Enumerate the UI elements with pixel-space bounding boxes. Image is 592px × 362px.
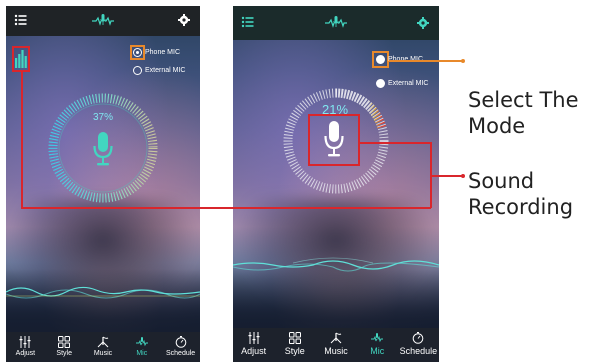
nav-label: Mic (370, 346, 385, 356)
nav-schedule[interactable]: Schedule (161, 332, 200, 362)
nav-schedule[interactable]: Schedule (398, 328, 439, 362)
callout-dot-orange (461, 59, 465, 63)
top-bar (6, 6, 200, 36)
nav-style[interactable]: Style (274, 328, 315, 362)
callout-line-red (21, 72, 23, 208)
microphone-icon[interactable] (93, 132, 113, 166)
callout-sound-recording: Sound Recording (468, 168, 573, 220)
callout-line-red (431, 175, 463, 177)
mic-wave-logo-icon (325, 16, 347, 28)
external-mic-radio[interactable] (376, 79, 385, 88)
nav-adjust[interactable]: Adjust (233, 328, 274, 362)
top-bar (233, 6, 439, 40)
callout-dot-red (461, 174, 465, 178)
nav-label: Schedule (399, 346, 438, 356)
nav-label: Adjust (15, 350, 36, 357)
grid-icon (288, 332, 301, 344)
clock-icon (175, 336, 186, 348)
note-icon (97, 336, 109, 348)
phone-mic-radio[interactable] (376, 55, 385, 64)
nav-label: Style (284, 346, 305, 356)
callout-line-red (360, 142, 431, 144)
phone-mic-radio[interactable] (133, 48, 142, 57)
callout-line-2: Recording (468, 195, 574, 219)
callout-line-red (21, 207, 431, 209)
microphone-icon[interactable] (324, 121, 344, 157)
nav-music[interactable]: Music (84, 332, 123, 362)
callout-line-2: Mode (468, 114, 526, 138)
callout-select-mode: Select The Mode (468, 87, 579, 139)
sound-wave (233, 257, 439, 272)
grid-icon (58, 336, 71, 348)
menu-icon[interactable] (241, 15, 255, 29)
nav-label: Schedule (165, 350, 196, 357)
external-mic-label: External MIC (145, 67, 186, 74)
bottom-nav: Adjust Style Music Mic Schedule (6, 332, 200, 362)
external-mic-radio[interactable] (133, 66, 142, 75)
nav-label: Music (324, 346, 348, 356)
phone-screen-left: Phone MIC External MIC 37% Adjust Style … (6, 6, 200, 362)
mic-icon (135, 337, 148, 347)
nav-style[interactable]: Style (45, 332, 84, 362)
external-mic-label: External MIC (388, 80, 429, 87)
mic-icon (371, 333, 384, 343)
nav-mic[interactable]: Mic (357, 328, 398, 362)
sound-wave (6, 286, 200, 299)
sliders-icon (248, 332, 260, 344)
gear-icon[interactable] (178, 14, 190, 26)
external-mic-option[interactable]: External MIC (133, 66, 185, 75)
level-percent: 37% (92, 112, 113, 123)
nav-label: Music (93, 350, 113, 357)
bottom-nav: Adjust Style Music Mic Schedule (233, 328, 439, 362)
note-icon (330, 332, 342, 344)
clock-icon (413, 332, 424, 344)
phone-mic-label: Phone MIC (145, 49, 181, 56)
nav-label: Mic (136, 350, 148, 357)
nav-label: Adjust (241, 346, 267, 356)
gear-icon[interactable] (417, 17, 429, 29)
equalizer-icon[interactable] (15, 50, 27, 68)
nav-music[interactable]: Music (315, 328, 356, 362)
nav-mic[interactable]: Mic (122, 332, 161, 362)
sliders-icon (19, 336, 31, 348)
mic-wave-logo-icon (92, 14, 114, 26)
menu-icon[interactable] (14, 13, 28, 27)
nav-adjust[interactable]: Adjust (6, 332, 45, 362)
callout-line-orange (389, 60, 462, 62)
nav-label: Style (56, 350, 72, 357)
callout-line-1: Select The (468, 88, 579, 112)
phone-mic-option[interactable]: Phone MIC (133, 48, 180, 57)
external-mic-option[interactable]: External MIC (376, 79, 428, 88)
callout-line-1: Sound (468, 169, 535, 193)
